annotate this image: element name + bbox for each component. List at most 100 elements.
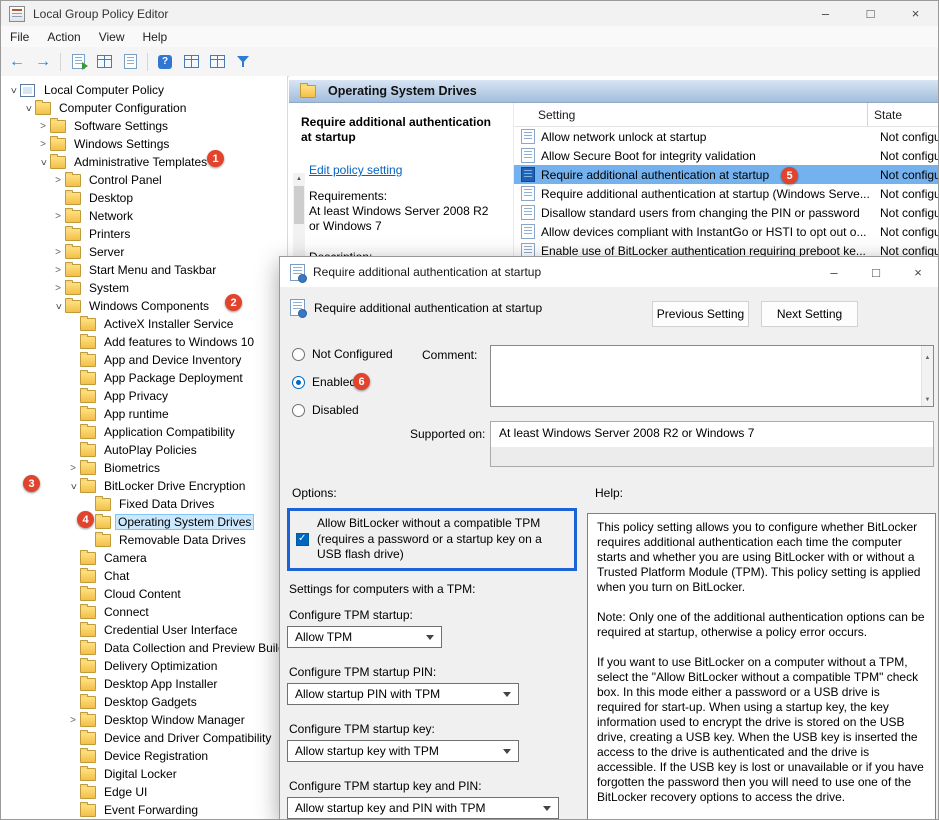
chevron-icon[interactable]: > (37, 139, 49, 150)
tree-item-administrative-templates[interactable]: >Administrative Templates (1, 153, 287, 171)
tree-item-device-registration[interactable]: Device Registration (1, 747, 287, 765)
dialog-maximize-icon[interactable]: □ (855, 257, 897, 287)
tree-item-device-and-driver-compatibility[interactable]: Device and Driver Compatibility (1, 729, 287, 747)
chevron-icon[interactable]: > (53, 300, 64, 312)
tree-item-removable-data-drives[interactable]: Removable Data Drives (1, 531, 287, 549)
comment-scrollbar[interactable] (921, 346, 933, 406)
chevron-icon[interactable]: > (52, 211, 64, 222)
tree-item-desktop[interactable]: Desktop (1, 189, 287, 207)
properties-icon[interactable] (118, 50, 142, 74)
tree-item-application-compatibility[interactable]: Application Compatibility (1, 423, 287, 441)
extended-view-icon[interactable] (179, 50, 203, 74)
next-setting-button[interactable]: Next Setting (761, 301, 858, 327)
chevron-icon[interactable]: > (68, 480, 79, 492)
dropdown-configure-tpm-startup-pin[interactable]: Allow startup PIN with TPM (287, 683, 519, 705)
radio-button-icon[interactable] (292, 404, 305, 417)
settings-row-allow-network-unlock-at-startup[interactable]: Allow network unlock at startupNot confi… (514, 127, 938, 146)
tree-item-activex-installer-service[interactable]: ActiveX Installer Service (1, 315, 287, 333)
tree-item-cloud-content[interactable]: Cloud Content (1, 585, 287, 603)
close-icon[interactable]: × (893, 1, 938, 26)
dialog-close-icon[interactable]: × (897, 257, 939, 287)
comment-input[interactable] (490, 345, 934, 407)
tree-item-credential-user-interface[interactable]: Credential User Interface (1, 621, 287, 639)
tree-item-fixed-data-drives[interactable]: Fixed Data Drives (1, 495, 287, 513)
tree-item-windows-settings[interactable]: >Windows Settings (1, 135, 287, 153)
back-icon[interactable] (5, 50, 29, 74)
tree-item-app-privacy[interactable]: App Privacy (1, 387, 287, 405)
dropdown-configure-tpm-startup-key[interactable]: Allow startup key with TPM (287, 740, 519, 762)
scroll-down-icon[interactable] (925, 390, 931, 404)
tree-item-app-and-device-inventory[interactable]: App and Device Inventory (1, 351, 287, 369)
console-tree-icon[interactable] (66, 50, 90, 74)
tree-item-printers[interactable]: Printers (1, 225, 287, 243)
tree-item-delivery-optimization[interactable]: Delivery Optimization (1, 657, 287, 675)
scrollbar-thumb[interactable] (294, 186, 304, 224)
forward-icon[interactable] (31, 50, 55, 74)
tree-item-biometrics[interactable]: >Biometrics (1, 459, 287, 477)
scroll-up-icon[interactable] (925, 348, 931, 362)
chevron-icon[interactable]: > (8, 84, 19, 96)
tree-item-app-package-deployment[interactable]: App Package Deployment (1, 369, 287, 387)
dropdown-configure-tpm-startup[interactable]: Allow TPM (287, 626, 442, 648)
tree-item-start-menu-and-taskbar[interactable]: >Start Menu and Taskbar (1, 261, 287, 279)
settings-row-require-additional-authentication-at-startup-windows-serve[interactable]: Require additional authentication at sta… (514, 184, 938, 203)
menu-action[interactable]: Action (38, 26, 89, 47)
settings-row-allow-secure-boot-for-integrity-validation[interactable]: Allow Secure Boot for integrity validati… (514, 146, 938, 165)
tree-item-computer-configuration[interactable]: >Computer Configuration (1, 99, 287, 117)
scroll-up-icon[interactable] (293, 173, 305, 185)
maximize-icon[interactable]: □ (848, 1, 893, 26)
chevron-icon[interactable]: > (67, 463, 79, 474)
previous-setting-button[interactable]: Previous Setting (652, 301, 749, 327)
filter-icon[interactable] (231, 50, 255, 74)
help-icon[interactable] (153, 50, 177, 74)
column-header-setting[interactable]: Setting (514, 103, 867, 126)
radio-button-icon[interactable] (292, 376, 305, 389)
tree-item-network[interactable]: >Network (1, 207, 287, 225)
chevron-icon[interactable]: > (37, 121, 49, 132)
minimize-icon[interactable]: – (803, 1, 848, 26)
dropdown-configure-tpm-startup-key-and-pin[interactable]: Allow startup key and PIN with TPM (287, 797, 559, 819)
tree-item-camera[interactable]: Camera (1, 549, 287, 567)
tree-item-system[interactable]: >System (1, 279, 287, 297)
tree-item-software-settings[interactable]: >Software Settings (1, 117, 287, 135)
tree-item-autoplay-policies[interactable]: AutoPlay Policies (1, 441, 287, 459)
allow-bitlocker-without-tpm-checkbox[interactable] (296, 533, 309, 546)
chevron-icon[interactable]: > (23, 102, 34, 114)
chevron-icon[interactable]: > (52, 265, 64, 276)
tree-item-chat[interactable]: Chat (1, 567, 287, 585)
settings-row-require-additional-authentication-at-startup[interactable]: Require additional authentication at sta… (514, 165, 938, 184)
tree-item-app-runtime[interactable]: App runtime (1, 405, 287, 423)
column-header-state[interactable]: State (867, 103, 938, 126)
tree-item-data-collection-and-preview-builds[interactable]: Data Collection and Preview Builds (1, 639, 287, 657)
tree-item-edge-ui[interactable]: Edge UI (1, 783, 287, 801)
settings-row-disallow-standard-users-from-changing-the-pin-or-password[interactable]: Disallow standard users from changing th… (514, 203, 938, 222)
tree-item-operating-system-drives[interactable]: Operating System Drives (1, 513, 287, 531)
tree-item-event-forwarding[interactable]: Event Forwarding (1, 801, 287, 819)
radio-button-icon[interactable] (292, 348, 305, 361)
dialog-minimize-icon[interactable]: – (813, 257, 855, 287)
standard-view-icon[interactable] (205, 50, 229, 74)
chevron-icon[interactable]: > (38, 156, 49, 168)
chevron-icon[interactable]: > (52, 247, 64, 258)
radio-disabled[interactable]: Disabled (292, 401, 393, 419)
menu-file[interactable]: File (1, 26, 38, 47)
edit-policy-setting-link[interactable]: Edit policy setting (309, 163, 402, 177)
menu-view[interactable]: View (90, 26, 134, 47)
tree-item-local-computer-policy[interactable]: >Local Computer Policy (1, 81, 287, 99)
settings-row-allow-devices-compliant-with-instantgo-or-hsti-to-opt-out-o[interactable]: Allow devices compliant with InstantGo o… (514, 222, 938, 241)
tree-item-control-panel[interactable]: >Control Panel (1, 171, 287, 189)
chevron-icon[interactable]: > (52, 283, 64, 294)
chevron-icon[interactable]: > (67, 715, 79, 726)
export-list-icon[interactable] (92, 50, 116, 74)
tree-item-bitlocker-drive-encryption[interactable]: >BitLocker Drive Encryption (1, 477, 287, 495)
tree-item-server[interactable]: >Server (1, 243, 287, 261)
chevron-icon[interactable]: > (52, 175, 64, 186)
radio-enabled[interactable]: Enabled (292, 373, 393, 391)
menu-help[interactable]: Help (134, 26, 177, 47)
tree-item-desktop-app-installer[interactable]: Desktop App Installer (1, 675, 287, 693)
tree-item-windows-components[interactable]: >Windows Components (1, 297, 287, 315)
tree-item-connect[interactable]: Connect (1, 603, 287, 621)
tree-item-digital-locker[interactable]: Digital Locker (1, 765, 287, 783)
radio-not-configured[interactable]: Not Configured (292, 345, 393, 363)
tree-item-desktop-window-manager[interactable]: >Desktop Window Manager (1, 711, 287, 729)
